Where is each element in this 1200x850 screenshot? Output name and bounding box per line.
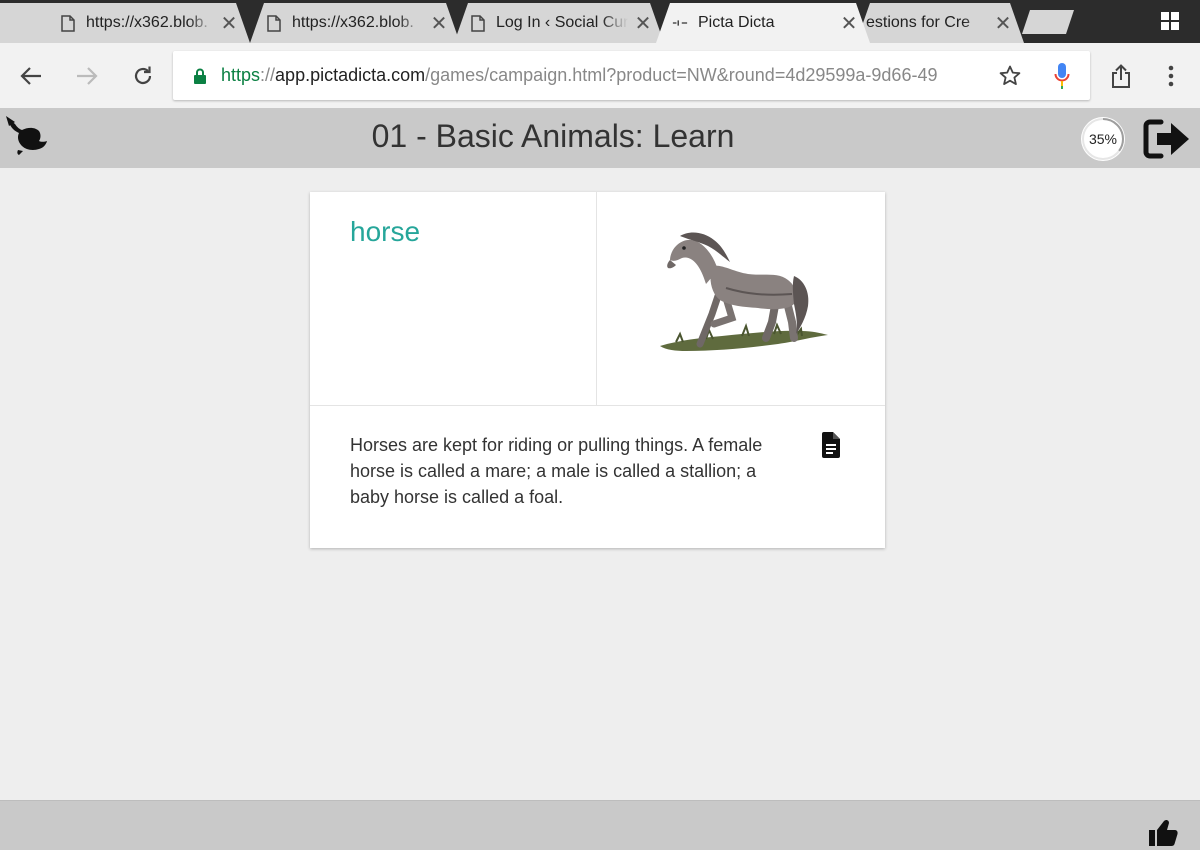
more-vert-icon [1168,65,1174,87]
picta-dicta-favicon-icon [672,14,688,32]
card-top-row: horse [310,192,885,406]
lock-icon [194,68,206,84]
back-arrow-icon [20,67,41,85]
tab-title: Log In ‹ Social Cur [496,14,628,31]
close-tab-icon[interactable]: ✕ [628,11,658,36]
reload-button[interactable] [128,61,158,91]
close-tab-icon[interactable]: ✕ [988,11,1018,36]
back-button[interactable] [16,61,46,91]
browser-tab-strip: https://x362.blob. ✕ https://x362.blob. … [0,0,1200,43]
tab-title: Picta Dicta [698,14,775,31]
browser-tab-active[interactable]: Picta Dicta ✕ [656,3,870,43]
browser-tab[interactable]: https://x362.blob. ✕ [250,3,460,43]
thumbs-up-icon[interactable] [1148,819,1178,847]
address-bar[interactable]: https://app.pictadicta.com/games/campaig… [173,51,1090,100]
horse-illustration [660,232,828,351]
tab-title: estions for Cre [866,14,971,31]
close-tab-icon[interactable]: ✕ [834,11,864,36]
menu-button[interactable] [1156,61,1186,91]
url-path: /games/campaign.html?product=NW&round=4d… [425,65,938,85]
document-icon[interactable] [820,432,842,458]
tab-title: https://x362.blob. [292,14,414,31]
share-button[interactable] [1106,61,1136,91]
url-separator: :// [260,65,276,85]
progress-indicator: 35% [1081,117,1125,161]
word-panel: horse [310,192,597,406]
browser-tab[interactable]: Log In ‹ Social Cur ✕ [454,3,664,43]
tab-overview-icon[interactable] [1160,11,1180,31]
reload-icon [134,66,152,85]
page-title: 01 - Basic Animals: Learn [371,118,735,154]
browser-tab[interactable]: https://x362.blob. ✕ [0,3,250,43]
new-tab-button[interactable] [1022,10,1074,34]
close-tab-icon[interactable]: ✕ [424,11,454,36]
close-tab-icon[interactable]: ✕ [214,11,244,36]
url-text[interactable]: https://app.pictadicta.com/games/campaig… [221,65,988,86]
bookmark-star-icon[interactable] [988,54,1032,98]
vocabulary-word: horse [350,216,421,247]
exit-icon[interactable] [1143,118,1191,160]
microphone-icon[interactable] [1040,54,1084,98]
page-icon [470,14,486,32]
url-scheme: https [221,65,261,85]
url-host: app.pictadicta.com [275,65,426,85]
forward-arrow-icon [77,67,98,85]
tab-title: https://x362.blob. [86,14,208,31]
page-icon [266,14,282,32]
browser-toolbar: https://app.pictadicta.com/games/campaig… [0,43,1200,108]
share-icon [1112,64,1130,88]
word-description: Horses are kept for riding or pulling th… [350,435,763,507]
image-panel [598,192,885,406]
app-header: 01 - Basic Animals: Learn 35% [0,108,1200,168]
vocabulary-card: horse Horses are kept for riding or pull… [310,192,885,548]
progress-label: 35% [1088,131,1118,147]
page-icon [60,14,76,32]
app-footer [0,800,1200,850]
forward-button[interactable] [72,61,102,91]
browser-tab[interactable]: estions for Cre ✕ [856,3,1024,43]
